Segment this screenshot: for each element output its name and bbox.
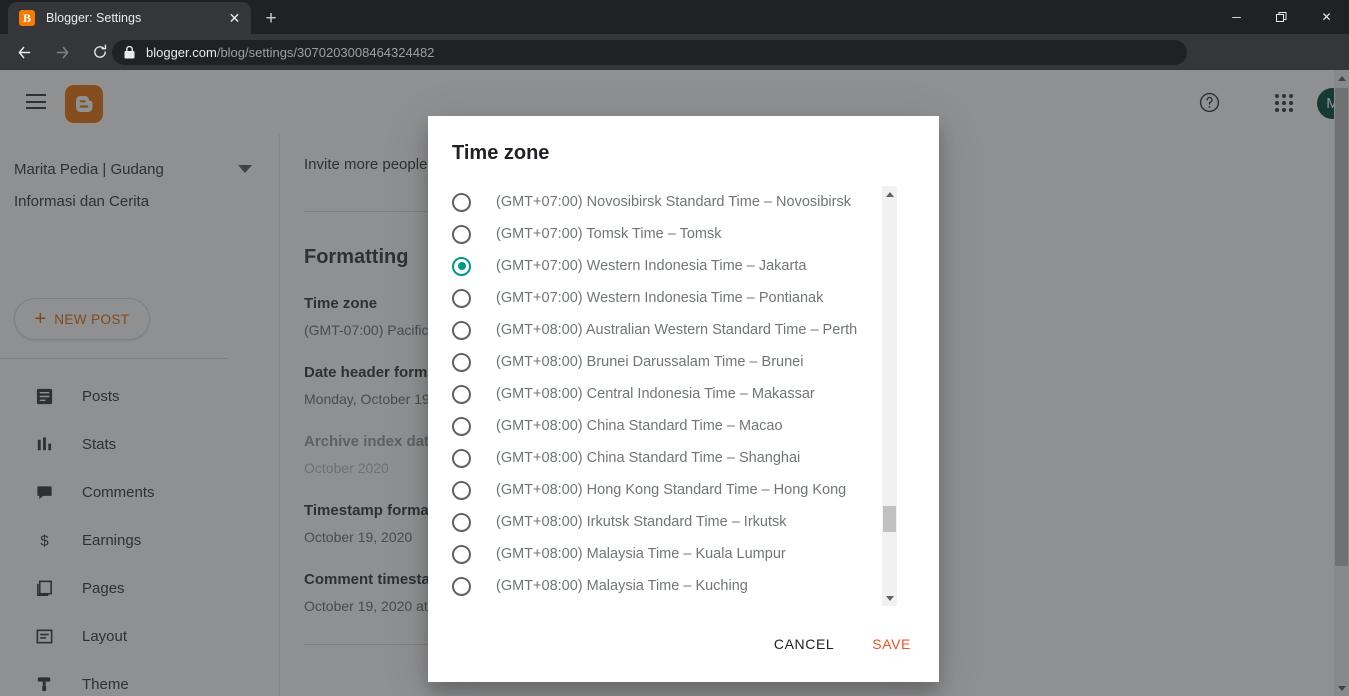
list-scroll-down-arrow-icon[interactable] xyxy=(882,590,897,606)
window-minimize-icon[interactable]: ─ xyxy=(1214,0,1259,34)
browser-tab[interactable]: B Blogger: Settings ✕ xyxy=(8,2,251,34)
time-zone-option-label: (GMT+07:00) Western Indonesia Time – Jak… xyxy=(496,258,807,274)
radio-button-selected[interactable] xyxy=(452,256,471,276)
time-zone-option-label: (GMT+07:00) Novosibirsk Standard Time – … xyxy=(496,194,851,210)
cancel-button[interactable]: CANCEL xyxy=(762,628,846,660)
back-button[interactable] xyxy=(10,38,38,66)
time-zone-option-label: (GMT+08:00) Malaysia Time – Kuala Lumpur xyxy=(496,546,786,562)
forward-button[interactable] xyxy=(48,38,76,66)
time-zone-list-scrollbar[interactable] xyxy=(882,186,897,606)
time-zone-option[interactable]: (GMT+08:00) Malaysia Time – Kuching xyxy=(452,570,915,602)
radio-button[interactable] xyxy=(452,576,471,596)
list-scroll-up-arrow-icon[interactable] xyxy=(882,186,897,202)
time-zone-option-label: (GMT+08:00) Malaysia Time – Kuching xyxy=(496,578,748,594)
time-zone-option[interactable]: (GMT+08:00) China Standard Time – Shangh… xyxy=(452,442,915,474)
save-button[interactable]: SAVE xyxy=(860,628,923,660)
dialog-title: Time zone xyxy=(452,142,550,164)
time-zone-option-label: (GMT+08:00) Hong Kong Standard Time – Ho… xyxy=(496,482,847,498)
address-bar[interactable]: blogger.com/blog/settings/30702030084643… xyxy=(112,40,1187,65)
radio-button[interactable] xyxy=(452,384,471,404)
tab-title: Blogger: Settings xyxy=(46,11,142,25)
time-zone-option-list[interactable]: (GMT+07:00) Novosibirsk Standard Time – … xyxy=(452,186,915,612)
time-zone-option-label: (GMT+08:00) Australian Western Standard … xyxy=(496,322,858,338)
time-zone-option[interactable]: (GMT+08:00) China Standard Time – Macao xyxy=(452,410,915,442)
time-zone-option[interactable]: (GMT+08:00) Central Indonesia Time – Mak… xyxy=(452,378,915,410)
url-domain: blogger.com xyxy=(146,45,217,60)
lock-icon xyxy=(124,46,135,59)
blogger-favicon-icon: B xyxy=(19,10,35,26)
time-zone-option[interactable]: (GMT+07:00) Western Indonesia Time – Pon… xyxy=(452,282,915,314)
browser-tab-strip: B Blogger: Settings ✕ + ─ ✕ xyxy=(0,0,1349,34)
time-zone-option[interactable]: (GMT+08:00) Brunei Darussalam Time – Bru… xyxy=(452,346,915,378)
tab-close-icon[interactable]: ✕ xyxy=(226,10,243,27)
time-zone-option[interactable]: (GMT+08:00) Malaysia Time – Kuala Lumpur xyxy=(452,538,915,570)
reload-button[interactable] xyxy=(86,38,114,66)
radio-button[interactable] xyxy=(452,512,471,532)
time-zone-option[interactable]: (GMT+08:00) Hong Kong Standard Time – Ho… xyxy=(452,474,915,506)
radio-button[interactable] xyxy=(452,224,471,244)
radio-button[interactable] xyxy=(452,320,471,340)
radio-button[interactable] xyxy=(452,352,471,372)
url-path: /blog/settings/3070203008464324482 xyxy=(216,45,435,60)
window-restore-icon[interactable] xyxy=(1259,0,1304,34)
time-zone-option[interactable]: (GMT+08:00) Australian Western Standard … xyxy=(452,314,915,346)
time-zone-dialog: Time zone (GMT+07:00) Novosibirsk Standa… xyxy=(428,116,939,682)
radio-button[interactable] xyxy=(452,480,471,500)
time-zone-option-label: (GMT+07:00) Western Indonesia Time – Pon… xyxy=(496,290,824,306)
radio-button[interactable] xyxy=(452,544,471,564)
time-zone-option-label: (GMT+08:00) Irkutsk Standard Time – Irku… xyxy=(496,514,787,530)
time-zone-option-label: (GMT+08:00) China Standard Time – Shangh… xyxy=(496,450,801,466)
time-zone-option-label: (GMT+08:00) China Standard Time – Macao xyxy=(496,418,783,434)
window-controls: ─ ✕ xyxy=(1214,0,1349,34)
radio-button[interactable] xyxy=(452,192,471,212)
time-zone-option-label: (GMT+07:00) Tomsk Time – Tomsk xyxy=(496,226,722,242)
radio-button[interactable] xyxy=(452,288,471,308)
time-zone-option[interactable]: (GMT+07:00) Novosibirsk Standard Time – … xyxy=(452,186,915,218)
browser-toolbar: blogger.com/blog/settings/30702030084643… xyxy=(0,34,1349,101)
window-close-icon[interactable]: ✕ xyxy=(1304,0,1349,34)
time-zone-option-selected[interactable]: (GMT+07:00) Western Indonesia Time – Jak… xyxy=(452,250,915,282)
radio-button[interactable] xyxy=(452,448,471,468)
time-zone-option-label: (GMT+08:00) Central Indonesia Time – Mak… xyxy=(496,386,815,402)
address-bar-text: blogger.com/blog/settings/30702030084643… xyxy=(146,45,434,60)
new-tab-button[interactable]: + xyxy=(258,5,284,31)
time-zone-option[interactable]: (GMT+08:00) Irkutsk Standard Time – Irku… xyxy=(452,506,915,538)
time-zone-option-label: (GMT+08:00) Brunei Darussalam Time – Bru… xyxy=(496,354,804,370)
dialog-actions: CANCEL SAVE xyxy=(762,628,923,660)
radio-button[interactable] xyxy=(452,416,471,436)
favicon-letter: B xyxy=(22,11,31,25)
time-zone-option[interactable]: (GMT+07:00) Tomsk Time – Tomsk xyxy=(452,218,915,250)
list-scrollbar-thumb[interactable] xyxy=(883,506,896,532)
